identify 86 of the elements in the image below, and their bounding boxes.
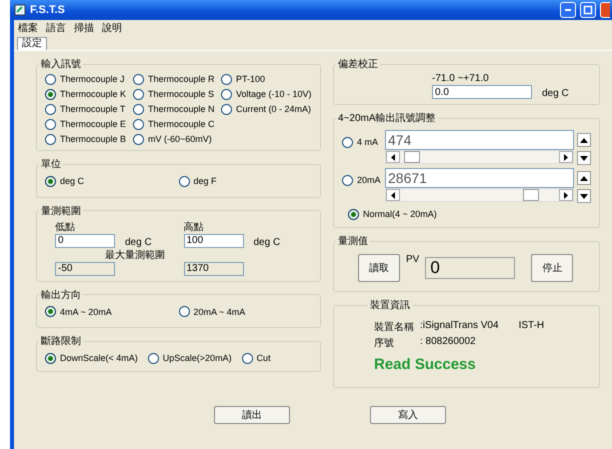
action-button[interactable]: 寫入 (370, 406, 446, 424)
down-arrow-icon (580, 194, 588, 198)
left-arrow-icon (390, 154, 396, 160)
scrollbar[interactable] (385, 188, 574, 202)
up-button[interactable] (577, 171, 591, 185)
radio-option[interactable]: PT-100 (221, 73, 312, 85)
status-message: Read Success (374, 356, 477, 373)
info-value: IST-H (518, 320, 544, 333)
radio-option[interactable]: DownScale(< 4mA) (45, 352, 138, 364)
read-button[interactable]: 讀取 (358, 254, 400, 282)
menu-item[interactable]: 語言 (46, 21, 66, 35)
pv-label: PV (406, 254, 420, 265)
radio-option[interactable]: Thermocouple E (45, 118, 133, 130)
group-title: 裝置資訊 (369, 298, 411, 312)
minimize-icon (565, 9, 571, 11)
radio-option[interactable]: 20mA (342, 174, 381, 186)
radio-option[interactable]: UpScale(>20mA) (148, 352, 232, 364)
down-button[interactable] (577, 151, 591, 165)
radio-option[interactable]: deg F (178, 175, 217, 187)
info-label: 序號 (374, 336, 395, 350)
field-label: 高點 (184, 220, 204, 234)
menu-item[interactable]: 說明 (102, 21, 122, 35)
radio-option[interactable]: 4mA ~ 20mA (45, 306, 112, 318)
radio-option[interactable]: Thermocouple R (133, 73, 221, 85)
radio-option[interactable]: Thermocouple S (133, 88, 221, 100)
radio-option[interactable]: Normal(4 ~ 20mA) (348, 208, 437, 220)
input-field[interactable]: 0.0 (432, 85, 532, 99)
radio-option[interactable]: Cut (242, 352, 271, 364)
unit-label: deg C (125, 236, 152, 248)
down-arrow-icon (580, 156, 588, 160)
app-icon (14, 4, 26, 16)
info-label: 裝置名稱 (374, 320, 414, 334)
up-arrow-icon (580, 176, 588, 180)
radio-option[interactable]: 4 mA (342, 136, 378, 148)
tab[interactable]: 設定 (17, 37, 47, 50)
down-button[interactable] (577, 189, 591, 203)
menu-item[interactable]: 掃描 (74, 21, 94, 35)
input-field[interactable]: 0 (55, 234, 115, 248)
radio-option[interactable]: Voltage (-10 - 10V) (221, 88, 312, 100)
right-arrow-icon (563, 154, 569, 160)
radio-option[interactable]: Current (0 - 24mA) (221, 103, 312, 115)
readonly-field[interactable]: -50 (55, 262, 115, 276)
menu-item[interactable]: 檔案 (18, 21, 38, 35)
radio-option[interactable]: deg C (45, 175, 84, 187)
input-field[interactable]: 100 (184, 234, 244, 248)
radio-option[interactable]: 20mA ~ 4mA (178, 306, 246, 318)
radio-option[interactable]: Thermocouple B (45, 133, 133, 145)
radio-option[interactable]: Thermocouple T (45, 103, 133, 115)
group-title: 量測值 (337, 234, 369, 248)
group-title: 量測範圍 (40, 204, 82, 218)
info-value: :iSignalTrans V04 (420, 320, 499, 333)
value-field[interactable]: 28671 (385, 168, 574, 188)
field-label: 最大量測範圍 (105, 250, 165, 260)
group-title: 輸入訊號 (40, 58, 82, 71)
radio-option[interactable]: Thermocouple J (45, 73, 133, 85)
scrollbar[interactable] (385, 150, 574, 164)
maximize-button[interactable] (580, 2, 596, 18)
field-label: 低點 (55, 220, 76, 234)
range-label: -71.0 ~+71.0 (432, 73, 490, 84)
radio-option[interactable]: Thermocouple C (133, 118, 221, 130)
radio-option[interactable]: Thermocouple N (133, 103, 221, 115)
group-title: 偏差校正 (337, 58, 379, 71)
minimize-button[interactable] (560, 2, 576, 18)
close-button[interactable] (600, 2, 610, 18)
unit-label: deg C (254, 236, 280, 248)
slider-thumb[interactable] (404, 151, 420, 163)
up-arrow-icon (580, 138, 588, 142)
radio-option[interactable]: mV (-60~60mV) (133, 133, 221, 145)
left-arrow-icon (390, 192, 396, 198)
stop-button[interactable]: 停止 (531, 254, 574, 282)
maximize-icon (583, 5, 593, 15)
group-title: 斷路限制 (40, 334, 82, 348)
readonly-field[interactable]: 1370 (184, 262, 244, 276)
value-field[interactable]: 474 (385, 130, 574, 150)
pv-field[interactable]: 0 (425, 257, 516, 279)
group-title: 4~20mA輸出訊號調整 (337, 112, 437, 125)
up-button[interactable] (577, 133, 591, 147)
window-title: F.S.T.S (30, 4, 65, 16)
slider-thumb[interactable] (522, 189, 539, 201)
info-value: : 808260002 (420, 336, 476, 349)
unit-label: deg C (542, 88, 569, 99)
group-title: 單位 (40, 158, 62, 171)
radio-option[interactable]: Thermocouple K (45, 88, 133, 100)
group-title: 輸出方向 (40, 288, 82, 302)
right-arrow-icon (563, 192, 569, 198)
action-button[interactable]: 讀出 (214, 406, 290, 424)
